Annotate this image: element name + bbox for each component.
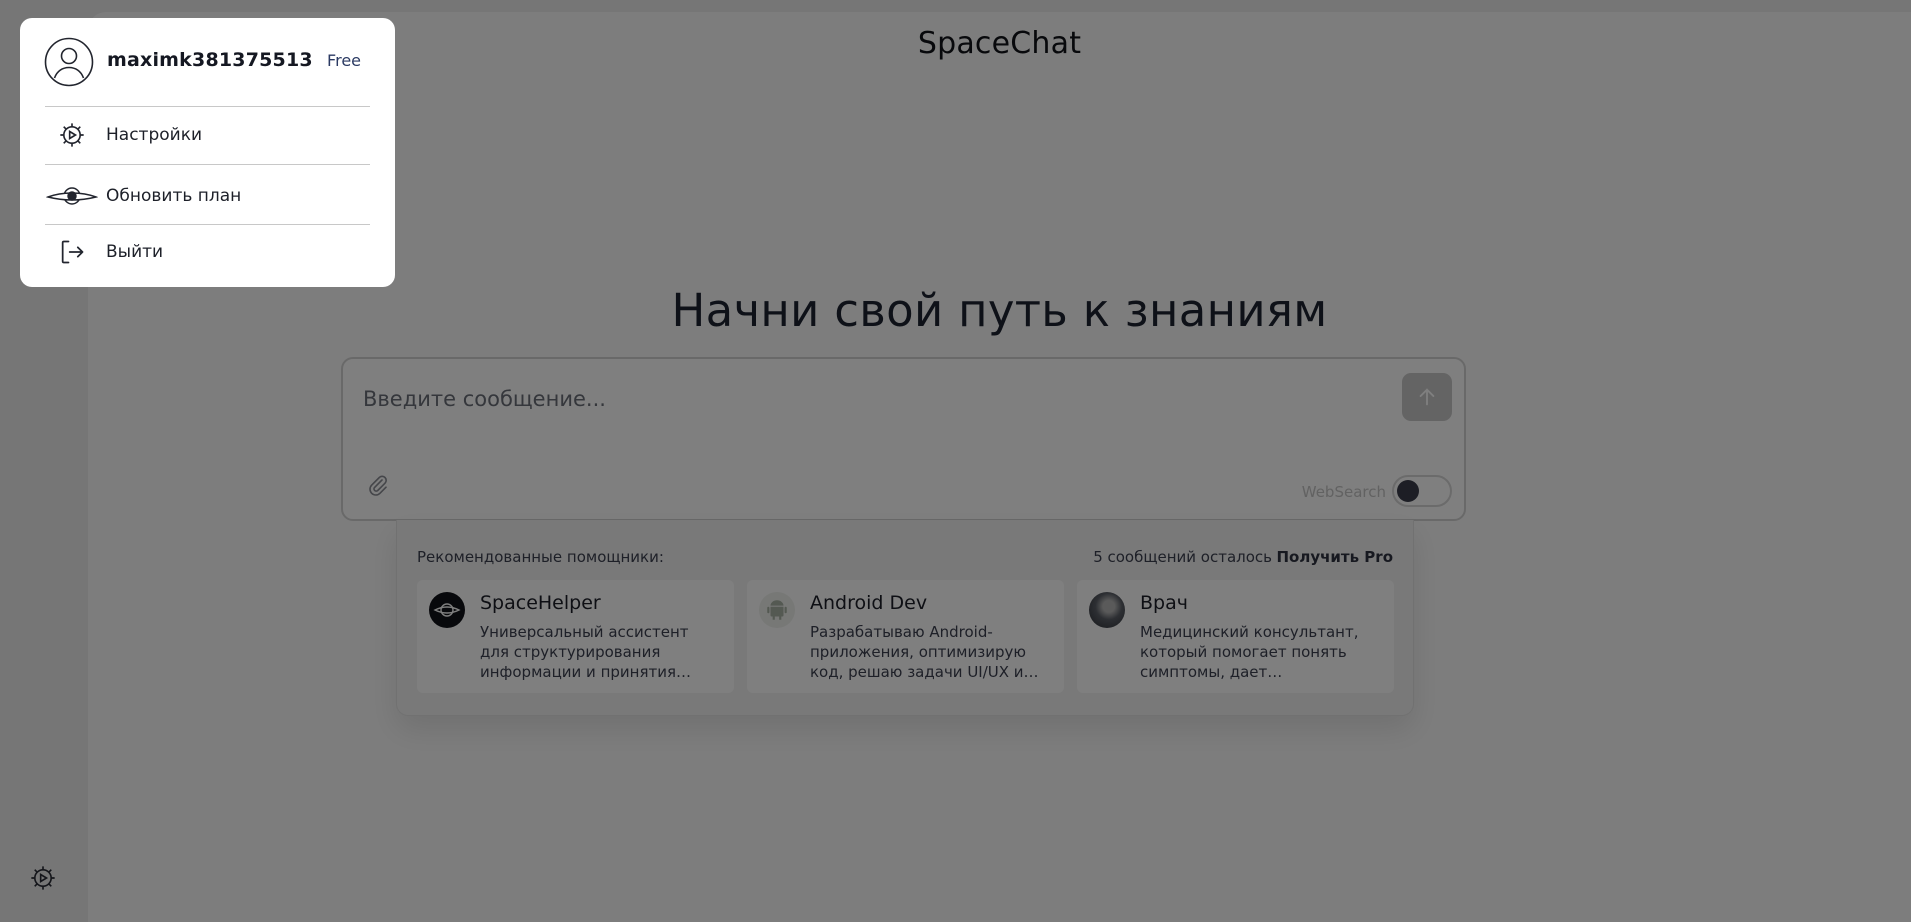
plan-badge: Free [327, 51, 361, 70]
menu-item-logout[interactable]: Выйти [45, 227, 370, 277]
profile-username: maximk381375513 [107, 49, 313, 71]
menu-item-label: Обновить план [106, 186, 242, 206]
menu-divider [45, 164, 370, 165]
profile-header: maximk381375513 Free [44, 37, 371, 87]
menu-item-upgrade-plan[interactable]: Обновить план [45, 171, 370, 221]
gear-icon [45, 110, 99, 160]
user-avatar-icon [44, 37, 94, 87]
menu-item-label: Выйти [106, 242, 164, 262]
menu-divider [45, 106, 370, 107]
profile-menu: maximk381375513 Free Настройки Обновить … [20, 18, 395, 287]
logout-icon [45, 227, 99, 277]
planet-icon [45, 171, 99, 221]
menu-item-label: Настройки [106, 125, 203, 145]
menu-item-settings[interactable]: Настройки [45, 110, 370, 160]
menu-divider [45, 224, 370, 225]
